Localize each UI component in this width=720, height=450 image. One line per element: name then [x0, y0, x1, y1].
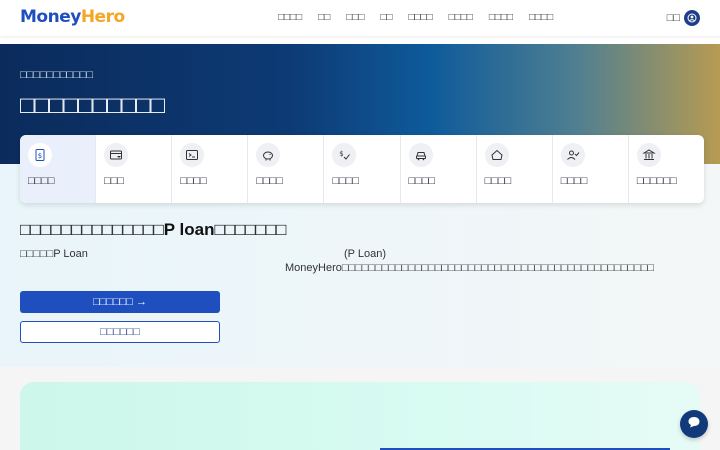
category-tab-7[interactable]: □□□□ [477, 135, 553, 203]
hero-title: □□□□□□□□□□ [20, 92, 165, 119]
user-account-icon[interactable] [684, 10, 700, 26]
bank-icon [636, 143, 661, 167]
category-label: □□□□ [256, 175, 283, 187]
category-tab-8[interactable]: □□□□ [553, 135, 629, 203]
login-link[interactable]: □□ [667, 11, 680, 25]
section-title: □□□□□□□□□□□□□□P loan□□□□□□□ [20, 220, 287, 239]
apply-now-button[interactable]: □□□□□□ → [20, 291, 220, 313]
terminal-icon [180, 143, 205, 167]
category-label: □□□□□□ [636, 175, 677, 187]
money-check-icon: $ [332, 143, 357, 167]
nav-item-2[interactable]: □□ [318, 11, 330, 25]
nav-item-1[interactable]: □□□□ [278, 11, 302, 25]
category-tab-personal-loan[interactable]: $ □□□□ [20, 135, 97, 203]
top-navigation-bar: MoneyHero □□□□ □□ □□□ □□ □□□□ □□□□ □□□□ … [0, 0, 720, 36]
svg-text:$: $ [340, 150, 344, 158]
svg-text:$: $ [38, 152, 42, 160]
category-label: □□□□ [28, 175, 55, 187]
nav-item-7[interactable]: □□□□ [489, 11, 513, 25]
category-label: □□□□ [180, 175, 207, 187]
category-label: □□□□ [408, 175, 436, 187]
description-line-1-left: □□□□□P Loan [20, 248, 88, 260]
chat-bubble-icon [687, 415, 701, 434]
home-icon [484, 143, 509, 167]
piggy-bank-icon [256, 143, 281, 167]
car-icon [408, 143, 433, 167]
product-category-tabs: $ □□□□ □□□ □□□□ □□□□ $ □□□□ □□□□ □□□□ □□… [20, 135, 704, 203]
category-tab-credit-card[interactable]: □□□ [96, 135, 173, 203]
description-line-1-right: (P Loan) [344, 248, 386, 260]
hero-subtitle: □□□□□□□□□□□ [20, 69, 94, 81]
category-tab-6[interactable]: □□□□ [401, 135, 477, 203]
main-nav: □□□□ □□ □□□ □□ □□□□ □□□□ □□□□ □□□□ [278, 11, 569, 25]
category-label: □□□□ [560, 175, 588, 187]
chat-button[interactable] [680, 410, 708, 438]
description-line-2: MoneyHero□□□□□□□□□□□□□□□□□□□□□□□□□□□□□□□… [285, 262, 655, 274]
promo-card [20, 382, 700, 450]
category-tab-3[interactable]: □□□□ [172, 135, 249, 203]
category-label: □□□ [104, 175, 125, 187]
nav-item-3[interactable]: □□□ [346, 11, 364, 25]
category-label: □□□□ [484, 175, 512, 187]
nav-item-6[interactable]: □□□□ [449, 11, 473, 25]
nav-item-8[interactable]: □□□□ [529, 11, 553, 25]
learn-more-button[interactable]: □□□□□□ [20, 321, 220, 343]
logo-money-text: Money [20, 7, 81, 27]
nav-item-5[interactable]: □□□□ [408, 11, 432, 25]
category-label: □□□□ [332, 175, 360, 187]
moneyhero-logo[interactable]: MoneyHero [20, 7, 125, 27]
category-tab-9[interactable]: □□□□□□ [629, 135, 704, 203]
category-tab-4[interactable]: □□□□ [248, 135, 325, 203]
loan-document-icon: $ [28, 143, 52, 167]
category-tab-5[interactable]: $ □□□□ [324, 135, 401, 203]
logo-hero-text: Hero [80, 7, 125, 27]
user-check-icon [560, 143, 585, 167]
credit-card-icon [104, 143, 129, 167]
nav-item-4[interactable]: □□ [380, 11, 392, 25]
